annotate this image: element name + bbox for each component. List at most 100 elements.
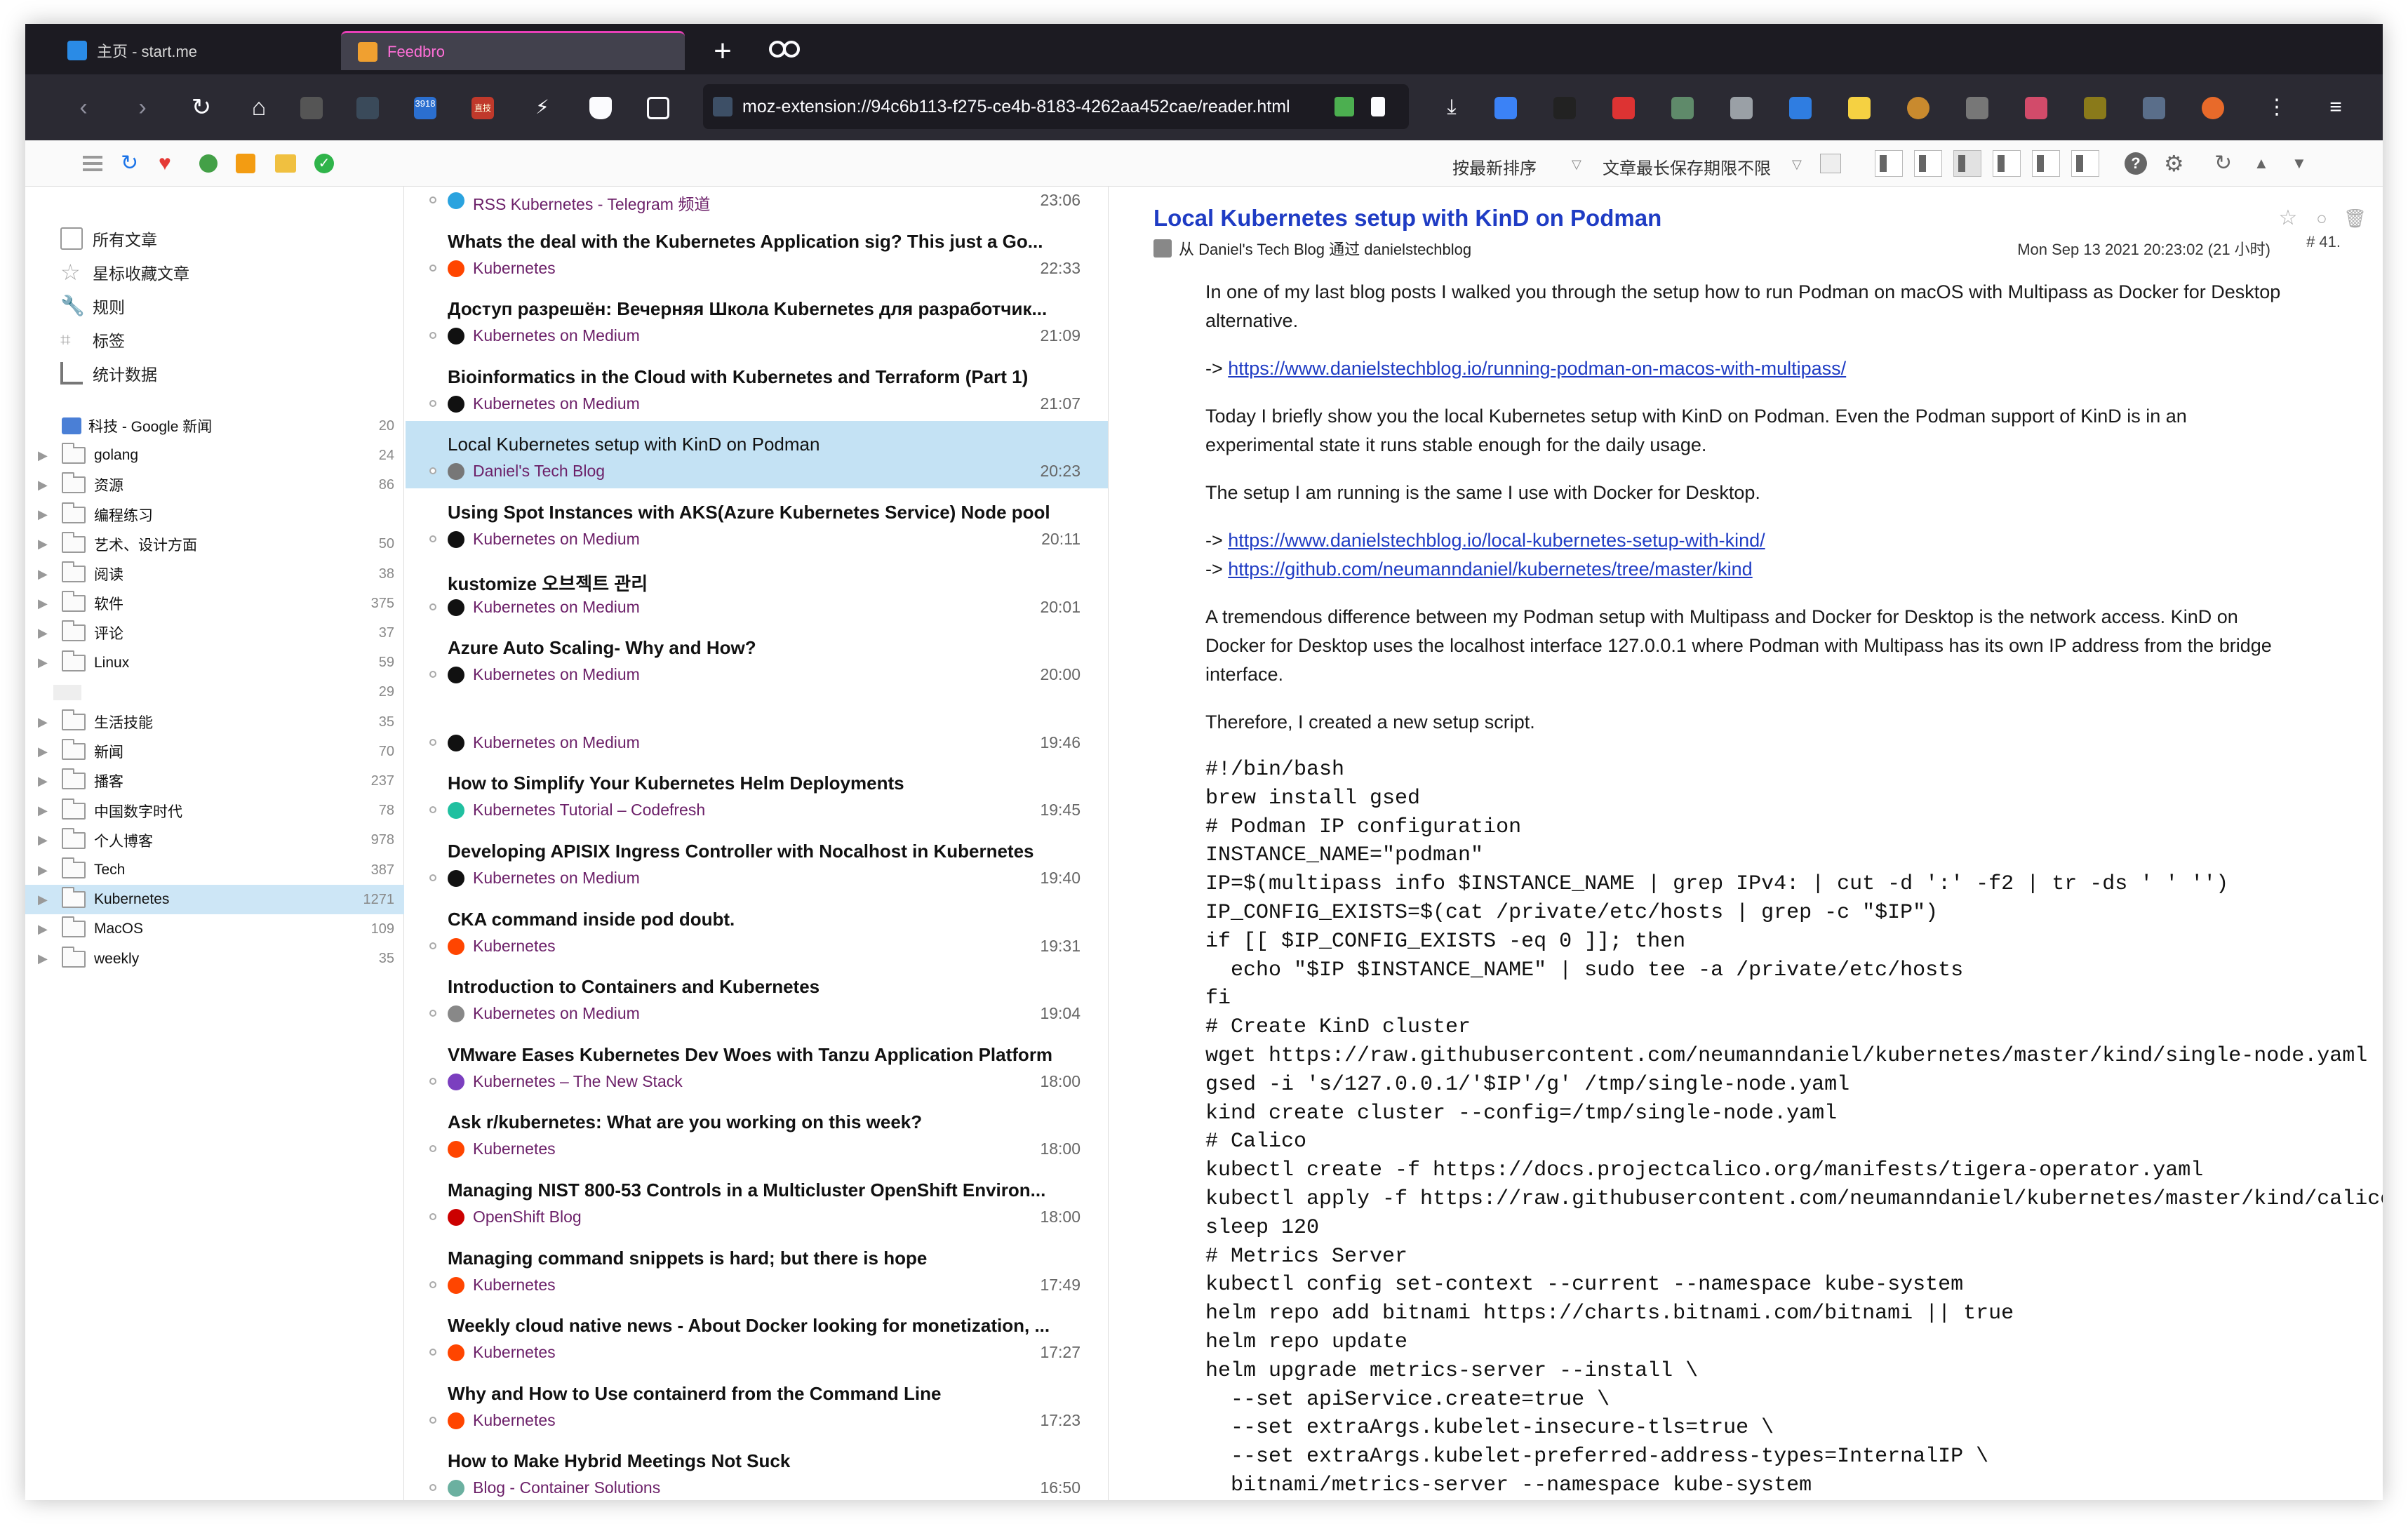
s-extension-icon[interactable] xyxy=(356,97,379,119)
grid-extension-icon[interactable] xyxy=(1730,97,1753,119)
shield-extension-icon[interactable] xyxy=(300,97,323,119)
zhiji-extension-icon[interactable]: 直技 xyxy=(471,97,494,119)
expand-chevron-icon[interactable]: ▶ xyxy=(38,774,48,789)
sidebar-item-rules[interactable]: 🔧 规则 xyxy=(60,290,125,321)
image-toggle-icon[interactable] xyxy=(1820,154,1841,173)
expand-chevron-icon[interactable]: ▶ xyxy=(38,744,48,759)
read-status-icon[interactable] xyxy=(429,264,436,272)
sidebar-folder[interactable]: ▶ 评论 37 xyxy=(25,618,404,648)
read-status-icon[interactable] xyxy=(429,806,436,814)
chevron-down-icon[interactable]: ▽ xyxy=(1572,157,1581,172)
article-list-item[interactable]: Ask r/kubernetes: What are you working o… xyxy=(406,1099,1108,1166)
puzzle-icon[interactable] xyxy=(1335,97,1354,116)
article-list-item[interactable]: Bioinformatics in the Cloud with Kuberne… xyxy=(406,354,1108,421)
sidebar-folder[interactable]: ▶ 阅读 38 xyxy=(25,559,404,589)
expand-chevron-icon[interactable]: ▶ xyxy=(38,893,48,907)
article-list-item[interactable]: kustomize 오브젝트 관리 Kubernetes on Medium 20:… xyxy=(406,557,1108,624)
blue-puzzle-icon[interactable] xyxy=(1789,97,1812,119)
next-article-icon[interactable]: ▼ xyxy=(2292,152,2314,175)
url-bar[interactable]: moz-extension://94c6b113-f275-ce4b-8183-… xyxy=(703,84,1409,129)
ghost-extension-icon[interactable] xyxy=(1553,97,1576,119)
red-extension-icon[interactable] xyxy=(1612,97,1635,119)
article-list-item[interactable]: Weekly cloud native news - About Docker … xyxy=(406,1302,1108,1370)
previous-article-icon[interactable]: ▲ xyxy=(2254,152,2276,175)
article-list-item[interactable]: Why and How to Use containerd from the C… xyxy=(406,1370,1108,1438)
expand-chevron-icon[interactable]: ▶ xyxy=(38,922,48,937)
orange-extension-icon[interactable] xyxy=(2202,97,2224,119)
retention-select[interactable]: 文章最长保存期限不限 xyxy=(1603,154,1771,179)
expand-chevron-icon[interactable]: ▶ xyxy=(38,596,48,611)
box-extension-icon[interactable] xyxy=(1966,97,1988,119)
read-status-icon[interactable] xyxy=(429,1416,436,1424)
read-status-icon[interactable] xyxy=(429,1281,436,1288)
rss-icon[interactable] xyxy=(236,154,255,173)
sort-select[interactable]: 按最新排序 xyxy=(1452,154,1537,179)
bitwarden-icon[interactable] xyxy=(1494,97,1517,119)
sidebar-folder[interactable]: ▶ Linux 59 xyxy=(25,648,404,678)
read-status-icon[interactable] xyxy=(429,332,436,340)
article-list-item[interactable]: RSS Kubernetes - Telegram 频道 23:06 xyxy=(406,187,1108,218)
article-link[interactable]: https://www.danielstechblog.io/running-p… xyxy=(1228,358,1846,379)
pocket-icon[interactable] xyxy=(647,97,669,119)
read-status-icon[interactable] xyxy=(429,942,436,949)
pink-extension-icon[interactable] xyxy=(2025,97,2047,119)
olive-extension-icon[interactable] xyxy=(2084,97,2106,119)
menu-icon[interactable] xyxy=(81,152,104,175)
layout-cards-icon[interactable] xyxy=(2071,150,2099,177)
sidebar-folder[interactable]: ▶ 编程练习 xyxy=(25,500,404,530)
expand-chevron-icon[interactable]: ▶ xyxy=(38,567,48,582)
tab-start-me[interactable]: 主页 - start.me xyxy=(51,31,352,70)
read-status-icon[interactable] xyxy=(429,535,436,542)
article-list-item[interactable]: How to Simplify Your Kubernetes Helm Dep… xyxy=(406,760,1108,827)
expand-chevron-icon[interactable]: ▶ xyxy=(38,626,48,641)
read-status-icon[interactable] xyxy=(429,738,436,746)
settings-gear-icon[interactable]: ⚙ xyxy=(2164,152,2186,175)
read-status-icon[interactable] xyxy=(429,1349,436,1356)
sidebar-folder[interactable]: ▶ MacOS 109 xyxy=(25,914,404,944)
app-menu-icon[interactable]: ≡ xyxy=(2320,91,2352,123)
article-list-item[interactable]: Whats the deal with the Kubernetes Appli… xyxy=(406,218,1108,286)
expand-chevron-icon[interactable]: ▶ xyxy=(38,507,48,522)
expand-chevron-icon[interactable]: ▶ xyxy=(38,537,48,552)
more-vertical-icon[interactable]: ⋮ xyxy=(2261,91,2293,123)
expand-chevron-icon[interactable]: ▶ xyxy=(38,803,48,818)
trash-icon[interactable]: 🗑 xyxy=(2343,208,2367,229)
sidebar-item-all-articles[interactable]: 所有文章 xyxy=(60,223,157,254)
reload-icon[interactable]: ↻ xyxy=(185,91,218,123)
article-list-item[interactable]: Using Spot Instances with AKS(Azure Kube… xyxy=(406,489,1108,556)
sidebar-folder[interactable]: ▶ 生活技能 35 xyxy=(25,707,404,737)
read-status-icon[interactable] xyxy=(429,1145,436,1153)
article-list-item[interactable]: Local Kubernetes setup with KinD on Podm… xyxy=(406,421,1108,489)
heart-icon[interactable]: ♥ xyxy=(159,152,181,175)
article-list-item[interactable]: How to Make Hybrid Meetings Not Suck Blog… xyxy=(406,1438,1108,1500)
read-status-icon[interactable] xyxy=(429,671,436,679)
bookmark-icon[interactable] xyxy=(1371,97,1385,116)
read-status-icon[interactable] xyxy=(429,874,436,881)
home-icon[interactable]: ⌂ xyxy=(243,91,275,123)
sidebar-folder[interactable]: ▶ 个人博客 978 xyxy=(25,826,404,855)
article-list-item[interactable]: Managing command snippets is hard; but t… xyxy=(406,1235,1108,1302)
article-list-item[interactable]: Доступ разрешён: Вечерняя Школа Kubernet… xyxy=(406,286,1108,353)
layout-table-icon[interactable] xyxy=(2032,150,2060,177)
reload-article-icon[interactable]: ↻ xyxy=(2214,152,2237,175)
sidebar-folder[interactable]: ▶ 新闻 70 xyxy=(25,737,404,766)
layout-columns-icon[interactable] xyxy=(1914,150,1942,177)
expand-chevron-icon[interactable]: ▶ xyxy=(38,655,48,670)
download-icon[interactable]: ⤓ xyxy=(1436,91,1468,123)
sidebar-folder[interactable]: ▶ Tech 387 xyxy=(25,855,404,885)
read-status-icon[interactable] xyxy=(429,467,436,475)
sidebar-item-tags[interactable]: ⌗ 标签 xyxy=(60,324,125,355)
expand-chevron-icon[interactable]: ▶ xyxy=(38,448,48,463)
counter-extension-icon[interactable]: 3918 xyxy=(414,97,436,119)
article-link[interactable]: https://www.danielstechblog.io/local-kub… xyxy=(1228,530,1765,551)
sidebar-folder[interactable]: 29 xyxy=(25,678,404,707)
read-status-icon[interactable] xyxy=(429,1213,436,1220)
read-status-icon[interactable] xyxy=(429,1010,436,1017)
read-status-icon[interactable] xyxy=(429,1484,436,1492)
sidebar-folder[interactable]: ▶ 软件 375 xyxy=(25,589,404,618)
lightning-icon[interactable]: ⚡ xyxy=(526,91,558,123)
refresh-feeds-icon[interactable]: ↻ xyxy=(121,152,143,175)
expand-chevron-icon[interactable]: ▶ xyxy=(38,833,48,848)
article-title[interactable]: Local Kubernetes setup with KinD on Podm… xyxy=(1153,205,1661,232)
face-extension-icon[interactable] xyxy=(1907,97,1929,119)
